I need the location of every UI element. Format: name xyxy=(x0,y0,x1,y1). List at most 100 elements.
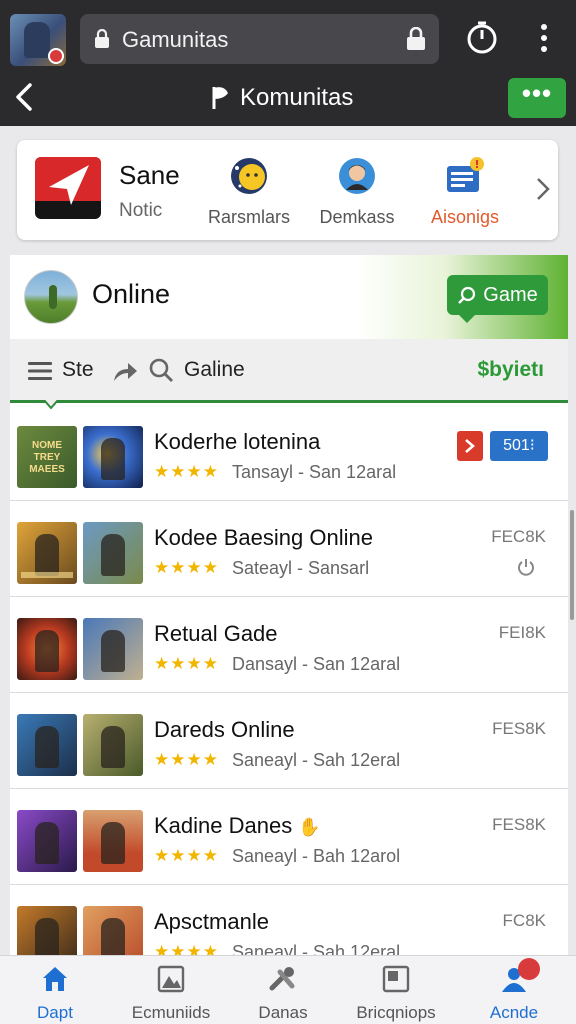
online-panel: Online Game Ste Galine $byietı NOME TREY… xyxy=(10,255,568,955)
image-icon xyxy=(157,965,185,993)
scrollbar-thumb[interactable] xyxy=(570,510,574,620)
search-label[interactable]: Galine xyxy=(184,358,245,382)
timer-icon[interactable] xyxy=(464,20,500,56)
game-meta: Dansayl - San 12aral xyxy=(232,654,401,674)
game-row[interactable]: Apsctmanle ★★★★ Saneayl - Sah 12eral FC8… xyxy=(10,885,568,955)
game-meta: Saneayl - Sah 12eral xyxy=(232,750,401,770)
game-size: FEC8K xyxy=(491,527,546,546)
smiley-icon xyxy=(231,158,267,194)
thumbnail-caption: NOME TREY MAEES xyxy=(29,440,65,475)
filter-bar: Ste Galine $byietı xyxy=(10,339,568,409)
window-icon xyxy=(382,965,410,993)
shortcut-card: Sane Notic Rarsmlars Demkass Aisonigs xyxy=(17,140,558,240)
nav-item-communities[interactable]: Ecmuniids xyxy=(113,964,229,1022)
nav-item-home[interactable]: Dapt xyxy=(0,964,113,1022)
back-icon[interactable] xyxy=(10,80,40,114)
game-button-label: Game xyxy=(483,283,538,306)
nav-label: Dapt xyxy=(37,1003,73,1022)
play-button[interactable] xyxy=(457,431,483,461)
shortcut-item[interactable]: Rarsmlars xyxy=(199,156,299,236)
game-thumbnail[interactable] xyxy=(83,810,143,872)
game-title-text: Kadine Danes xyxy=(154,813,293,838)
shortcut-app-name: Sane xyxy=(119,160,180,190)
game-thumbnail[interactable] xyxy=(17,618,77,680)
nav-label: Ecmuniids xyxy=(131,1003,211,1022)
arrow-logo-icon xyxy=(49,165,89,205)
shortcut-item[interactable]: Demkass xyxy=(307,156,407,236)
game-meta: Saneayl - Bah 12arol xyxy=(232,846,401,866)
address-bar[interactable]: Gamunitas xyxy=(80,14,439,64)
flag-icon xyxy=(212,87,228,109)
game-thumbnail[interactable] xyxy=(83,714,143,776)
lock-icon[interactable] xyxy=(405,27,427,51)
site-favicon[interactable] xyxy=(10,14,66,66)
search-icon[interactable] xyxy=(148,357,174,383)
rating-stars: ★★★★ xyxy=(154,750,219,769)
page-header: Komunitas xyxy=(210,82,353,114)
sort-label[interactable]: $byietı xyxy=(477,358,544,382)
game-row[interactable]: Retual Gade ★★★★ Dansayl - San 12aral FE… xyxy=(10,597,568,693)
game-meta: Saneayl - Sah 12eral xyxy=(232,942,401,955)
power-icon[interactable] xyxy=(516,557,536,577)
game-size: FES8K xyxy=(492,719,546,738)
lock-icon xyxy=(95,29,109,48)
search-icon xyxy=(458,286,476,304)
app-logo[interactable] xyxy=(35,157,101,219)
message-alert-icon xyxy=(447,157,484,192)
avatar-icon xyxy=(339,158,375,194)
game-row[interactable]: NOME TREY MAEES Koderhe lotenina ★★★★ Ta… xyxy=(10,405,568,501)
game-size: FES8K xyxy=(492,815,546,834)
filter-label[interactable]: Ste xyxy=(62,358,94,382)
game-meta: Tansayl - San 12aral xyxy=(232,462,397,482)
game-row[interactable]: Dareds Online ★★★★ Saneayl - Sah 12eral … xyxy=(10,693,568,789)
game-title[interactable]: Koderhe lotenina xyxy=(154,429,320,455)
nav-label: Danas xyxy=(258,1003,308,1022)
hand-icon: ✋ xyxy=(298,817,321,837)
panel-title: Online xyxy=(92,279,171,309)
nav-label: Bricqniops xyxy=(356,1003,436,1022)
game-title[interactable]: Dareds Online xyxy=(154,717,295,743)
panel-avatar[interactable] xyxy=(24,270,78,324)
game-button[interactable]: Game xyxy=(447,275,548,323)
home-icon xyxy=(43,967,67,991)
more-vert-icon[interactable] xyxy=(530,20,558,56)
game-title[interactable]: Retual Gade xyxy=(154,621,278,647)
action-button[interactable]: 501⁝ xyxy=(490,431,548,461)
notification-badge xyxy=(518,958,540,980)
more-button[interactable]: ••• xyxy=(508,78,566,118)
game-row[interactable]: Kadine Danes ✋ ★★★★ Saneayl - Bah 12arol… xyxy=(10,789,568,885)
chevron-right-icon[interactable] xyxy=(535,176,551,202)
game-thumbnail[interactable] xyxy=(83,618,143,680)
url-text: Gamunitas xyxy=(122,27,229,52)
menu-icon[interactable] xyxy=(28,361,52,381)
game-size: FC8K xyxy=(502,911,546,930)
shortcut-item[interactable]: Aisonigs xyxy=(415,156,515,236)
rating-stars: ★★★★ xyxy=(154,654,219,673)
share-icon[interactable] xyxy=(112,359,138,383)
game-thumbnail[interactable]: NOME TREY MAEES xyxy=(17,426,77,488)
game-row[interactable]: Kodee Baesing Online ★★★★ Sateayl - Sans… xyxy=(10,501,568,597)
game-thumbnail[interactable] xyxy=(83,522,143,584)
game-title[interactable]: Apsctmanle xyxy=(154,909,269,935)
tools-icon xyxy=(269,967,295,991)
game-title[interactable]: Kodee Baesing Online xyxy=(154,525,373,551)
nav-item-danas[interactable]: Danas xyxy=(225,964,341,1022)
game-title[interactable]: Kadine Danes ✋ xyxy=(154,813,321,839)
rating-stars: ★★★★ xyxy=(154,942,219,955)
rating-stars: ★★★★ xyxy=(154,462,219,481)
nav-item-bricqniops[interactable]: Bricqniops xyxy=(338,964,454,1022)
game-meta: Sateayl - Sansarl xyxy=(232,558,370,578)
game-size: FEI8K xyxy=(498,623,546,642)
game-list: NOME TREY MAEES Koderhe lotenina ★★★★ Ta… xyxy=(10,405,568,955)
game-thumbnail[interactable] xyxy=(83,426,143,488)
bottom-navigation: Dapt Ecmuniids Danas Bricqniops Acnde xyxy=(0,955,576,1024)
nav-label: Acnde xyxy=(489,1003,539,1022)
game-thumbnail[interactable] xyxy=(17,906,77,955)
game-thumbnail[interactable] xyxy=(17,810,77,872)
shortcut-item-label: Demkass xyxy=(319,207,395,227)
game-thumbnail[interactable] xyxy=(17,714,77,776)
nav-item-people[interactable]: Acnde xyxy=(456,964,572,1022)
shortcut-app-sub: Notic xyxy=(119,200,163,221)
game-thumbnail[interactable] xyxy=(83,906,143,955)
game-thumbnail[interactable] xyxy=(17,522,77,584)
